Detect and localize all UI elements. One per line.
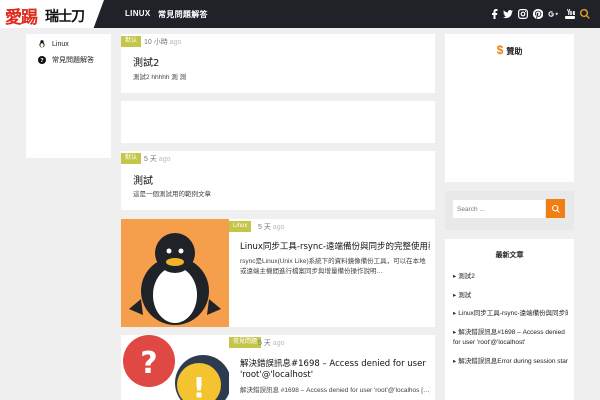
google-plus-icon[interactable] [547, 8, 559, 20]
svg-text:?: ? [40, 58, 43, 64]
donate-widget: $ 贊助 [445, 34, 574, 182]
sidebar-item-label: Linux [52, 40, 69, 48]
donate-label: 贊助 [506, 47, 523, 56]
post-time: 10 小時 ago [144, 39, 182, 46]
post-time: 5 天 ago [258, 340, 285, 347]
post-title[interactable]: 測試2 [133, 54, 159, 69]
post-thumbnail[interactable] [121, 219, 229, 327]
nav-item-faq[interactable]: 常見問題解答 [158, 9, 208, 20]
category-badge[interactable]: Linux [229, 221, 252, 232]
post-title[interactable]: Linux同步工具-rsync-遠端備份與同步的完整使用教學說明 [240, 240, 430, 252]
post-excerpt: 測試2 hhhhh 測 測 [133, 74, 187, 81]
nav-item-linux[interactable]: LINUX [125, 9, 151, 18]
post-title-line-1[interactable]: 解決錯誤訊息#1698 – Access denied for user [240, 357, 426, 369]
search-icon[interactable] [579, 8, 591, 20]
search-icon [551, 204, 560, 213]
logo-red-text: 愛踢 [5, 8, 38, 28]
twitter-icon[interactable] [502, 8, 514, 20]
post-title-line-2[interactable]: 'root'@'localhost' [240, 370, 313, 380]
category-badge[interactable]: 默认 [121, 153, 142, 164]
post-excerpt: rsync是Linux(Unix Like)系統下的資料鏡像備份工具，可以在本地… [240, 258, 426, 275]
recent-posts-widget: 最新文章 測試2 測試 Linux同步工具-rsync-遠端備份與同步的完整使用… [445, 239, 574, 400]
dollar-icon: $ [496, 43, 504, 57]
post-title[interactable]: 測試 [133, 172, 153, 187]
recent-post-item[interactable]: 解決錯誤訊息#1698 – Access denied for user 'ro… [453, 328, 568, 348]
svg-text:!: ! [193, 371, 206, 400]
youtube-icon[interactable] [564, 8, 576, 20]
category-sidebar: Linux ? 常見問題解答 [26, 34, 111, 158]
post-card: ? ! 常見問題 5 天 ago 解決錯誤訊息#1698 – Access de… [121, 335, 435, 400]
recent-post-item[interactable]: Linux同步工具-rsync-遠端備份與同步的完整使用教學 [453, 309, 568, 319]
recent-post-item[interactable]: 解決錯誤訊息Error during session start [453, 357, 568, 367]
linux-icon [39, 40, 45, 48]
logo-black-text: 瑞士刀 [45, 9, 85, 25]
post-card: 默认 10 小時 ago 測試2 測試2 hhhhh 測 測 [121, 34, 435, 93]
post-excerpt: 解決錯誤訊息 #1698 – Access denied for user 'r… [240, 387, 430, 394]
post-time: 5 天 ago [258, 224, 285, 231]
top-navigation-bar: 愛踢 瑞士刀 LINUX 常見問題解答 [0, 0, 600, 28]
ad-placeholder [121, 101, 435, 143]
post-thumbnail[interactable]: ? ! [121, 335, 229, 400]
sidebar-item-faq[interactable]: ? 常見問題解答 [38, 54, 94, 66]
svg-text:?: ? [140, 346, 157, 381]
search-widget [445, 191, 574, 230]
facebook-icon[interactable] [489, 8, 501, 20]
post-card: 默认 5 天 ago 測試 這是一個測試用的範例文章 [121, 151, 435, 210]
sidebar-item-linux[interactable]: Linux [38, 38, 69, 50]
site-logo[interactable]: 愛踢 瑞士刀 [0, 0, 104, 28]
donate-link[interactable]: $ 贊助 [445, 43, 574, 57]
linux-penguin-icon [129, 233, 221, 325]
post-card: Linux 5 天 ago Linux同步工具-rsync-遠端備份與同步的完整… [121, 219, 435, 327]
post-time: 5 天 ago [144, 156, 171, 163]
category-badge[interactable]: 常見問題 [229, 337, 262, 348]
question-alert-icon: ? ! [123, 335, 229, 400]
pinterest-icon[interactable] [532, 8, 544, 20]
recent-posts-title: 最新文章 [495, 252, 524, 259]
post-excerpt: 這是一個測試用的範例文章 [133, 191, 211, 198]
search-input[interactable] [453, 200, 545, 218]
category-badge[interactable]: 默认 [121, 36, 142, 47]
sidebar-item-label: 常見問題解答 [52, 57, 94, 64]
recent-post-item[interactable]: 測試2 [453, 272, 568, 282]
recent-post-item[interactable]: 測試 [453, 291, 568, 301]
search-button[interactable] [546, 199, 565, 218]
instagram-icon[interactable] [517, 8, 529, 20]
question-icon: ? [38, 56, 46, 64]
